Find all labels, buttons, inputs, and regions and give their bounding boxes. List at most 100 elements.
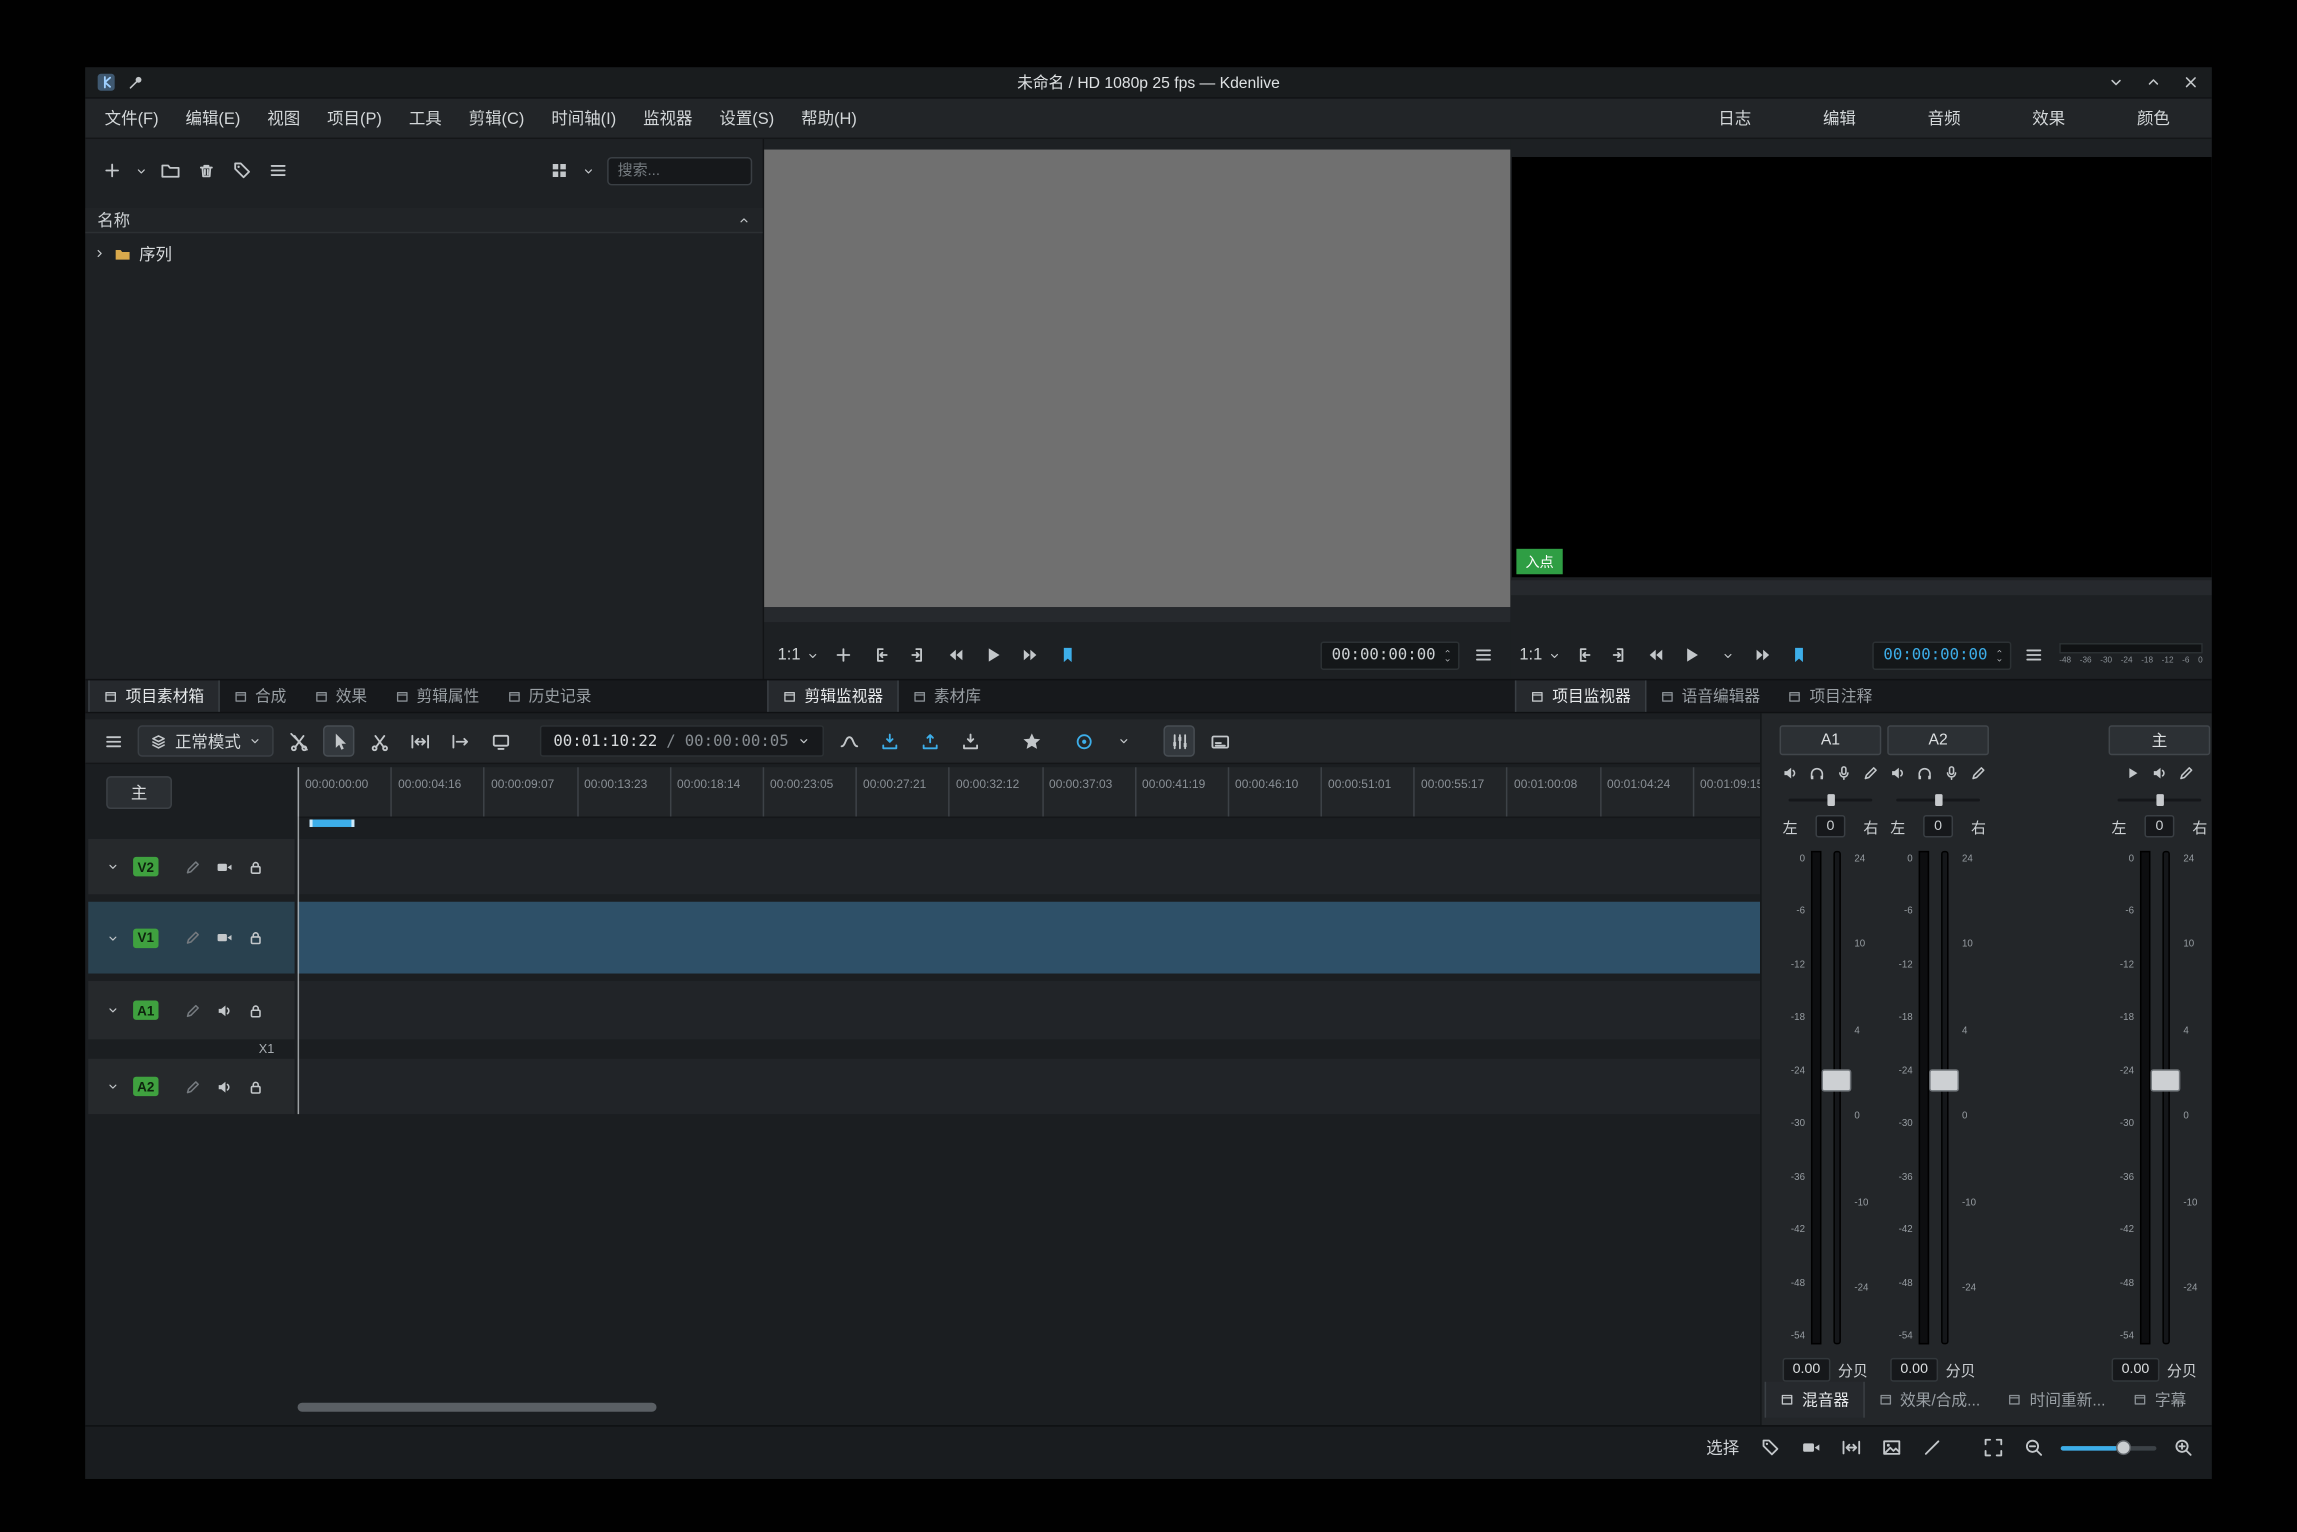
- mix-clips-button[interactable]: [834, 725, 865, 756]
- lock-icon[interactable]: [247, 858, 265, 876]
- play-button[interactable]: [1678, 642, 1705, 669]
- zone-in-button[interactable]: [868, 642, 895, 669]
- play-icon[interactable]: [2124, 764, 2142, 782]
- bin-item-sequence[interactable]: 序列: [85, 241, 762, 266]
- zoom-slider-handle[interactable]: [2116, 1439, 2131, 1454]
- effects-icon[interactable]: [184, 1001, 202, 1019]
- tab-time-remap[interactable]: 时间重新...: [1994, 1382, 2119, 1418]
- monitor-menu-button[interactable]: [2020, 642, 2047, 669]
- effects-icon[interactable]: [2177, 764, 2195, 782]
- timeline-ruler[interactable]: 00:00:00:0000:00:04:1600:00:09:0700:00:1…: [298, 767, 1761, 818]
- menu-item[interactable]: 剪辑(C): [455, 99, 538, 138]
- tab-history[interactable]: 历史记录: [493, 680, 605, 711]
- zoom-out-button[interactable]: [2020, 1433, 2047, 1460]
- collapse-track-icon[interactable]: [106, 931, 119, 944]
- menu-item[interactable]: 视图: [254, 99, 314, 138]
- record-options-dropdown[interactable]: [1109, 725, 1140, 756]
- snap-button[interactable]: [1919, 1433, 1946, 1460]
- audio-track-icon[interactable]: [215, 1077, 233, 1095]
- layout-button[interactable]: 日志: [1682, 99, 1787, 138]
- marker-button[interactable]: [1786, 642, 1813, 669]
- pan-value[interactable]: 0: [2144, 814, 2174, 836]
- volume-fader[interactable]: [2162, 851, 2169, 1344]
- sort-ascending-icon[interactable]: [737, 213, 750, 226]
- track-tag[interactable]: A1: [133, 1000, 158, 1019]
- playhead[interactable]: [298, 767, 299, 1114]
- bin-column-header[interactable]: 名称: [85, 208, 762, 233]
- record-icon[interactable]: [1835, 764, 1853, 782]
- channel-name-button[interactable]: A1: [1780, 725, 1882, 755]
- menu-item[interactable]: 设置(S): [706, 99, 788, 138]
- layout-button[interactable]: 编辑: [1787, 99, 1892, 138]
- project-monitor-video[interactable]: 入点: [1512, 157, 2212, 577]
- fader-handle[interactable]: [1821, 1069, 1851, 1091]
- video-thumbnails-button[interactable]: [1798, 1433, 1825, 1460]
- image-button[interactable]: [1878, 1433, 1905, 1460]
- volume-fader[interactable]: [1833, 851, 1840, 1344]
- effects-icon[interactable]: [184, 1077, 202, 1095]
- rewind-button[interactable]: [1642, 642, 1669, 669]
- zoom-slider[interactable]: [2061, 1438, 2157, 1456]
- level-value[interactable]: 0.00: [1890, 1357, 1938, 1381]
- zone-out-button[interactable]: [1607, 642, 1634, 669]
- tab-effects[interactable]: 效果: [300, 680, 381, 711]
- marker-button[interactable]: [1055, 642, 1082, 669]
- clip-monitor-video[interactable]: [764, 150, 1510, 608]
- project-monitor-timecode[interactable]: 00:00:00:00: [1873, 641, 2011, 669]
- ripple-tool-button[interactable]: [444, 725, 475, 756]
- multicam-tool-button[interactable]: [485, 725, 516, 756]
- solo-icon[interactable]: [1916, 764, 1934, 782]
- fader-handle[interactable]: [1929, 1069, 1959, 1091]
- zoom-in-button[interactable]: [2170, 1433, 2197, 1460]
- play-options-dropdown[interactable]: [1714, 642, 1741, 669]
- track-tag[interactable]: V1: [133, 928, 158, 947]
- mute-icon[interactable]: [1889, 764, 1907, 782]
- project-monitor-seekbar[interactable]: [1510, 580, 2211, 595]
- search-input[interactable]: [607, 156, 752, 184]
- level-value[interactable]: 0.00: [1783, 1357, 1831, 1381]
- clip-monitor-seekbar[interactable]: [764, 607, 1510, 622]
- track-tag[interactable]: V2: [133, 857, 158, 876]
- track-tag[interactable]: A2: [133, 1077, 158, 1096]
- pan-slider[interactable]: [1896, 794, 1980, 806]
- zoom-level-combo[interactable]: 1:1: [1519, 646, 1561, 664]
- extract-zone-button[interactable]: [914, 725, 945, 756]
- track-lane-v2[interactable]: [298, 839, 1761, 894]
- timeline-position-widget[interactable]: 00:01:10:22 / 00:00:00:05: [540, 725, 825, 756]
- master-track-button[interactable]: 主: [106, 776, 172, 809]
- layout-button[interactable]: 颜色: [2101, 99, 2206, 138]
- tab-project-notes[interactable]: 项目注释: [1774, 680, 1886, 711]
- tab-clip-monitor[interactable]: 剪辑监视器: [767, 680, 898, 711]
- menu-item[interactable]: 工具: [395, 99, 455, 138]
- menu-item[interactable]: 帮助(H): [788, 99, 871, 138]
- tab-mixer[interactable]: 混音器: [1765, 1382, 1864, 1418]
- pan-value[interactable]: 0: [1923, 814, 1953, 836]
- record-icon[interactable]: [1943, 764, 1961, 782]
- audio-track-icon[interactable]: [215, 1001, 233, 1019]
- track-head-a1[interactable]: A1: [88, 981, 294, 1039]
- show-mixer-button[interactable]: [1164, 725, 1195, 756]
- subtitles-button[interactable]: [1204, 725, 1235, 756]
- clip-monitor-timecode[interactable]: 00:00:00:00: [1321, 641, 1459, 669]
- tab-library[interactable]: 素材库: [898, 680, 994, 711]
- tab-subtitles[interactable]: 字幕: [2119, 1382, 2200, 1418]
- close-button[interactable]: [2180, 72, 2201, 93]
- timeline-menu-button[interactable]: [97, 725, 128, 756]
- edit-mode-combo[interactable]: 正常模式: [138, 725, 274, 756]
- bin-menu-button[interactable]: [262, 155, 293, 186]
- video-track-icon[interactable]: [215, 929, 233, 947]
- razor-tool-button[interactable]: [363, 725, 394, 756]
- lock-icon[interactable]: [247, 1077, 265, 1095]
- use-zone-off-button[interactable]: [283, 725, 314, 756]
- tab-project-monitor[interactable]: 项目监视器: [1515, 680, 1646, 711]
- tab-speech-editor[interactable]: 语音编辑器: [1646, 680, 1774, 711]
- volume-fader[interactable]: [1941, 851, 1948, 1344]
- effects-icon[interactable]: [1862, 764, 1880, 782]
- tab-compositions[interactable]: 合成: [219, 680, 300, 711]
- audio-thumbnails-button[interactable]: [1838, 1433, 1865, 1460]
- pan-slider[interactable]: [1789, 794, 1873, 806]
- zoom-level-combo[interactable]: 1:1: [778, 646, 820, 664]
- rewind-button[interactable]: [943, 642, 970, 669]
- fader-handle[interactable]: [2150, 1069, 2180, 1091]
- effects-icon[interactable]: [184, 929, 202, 947]
